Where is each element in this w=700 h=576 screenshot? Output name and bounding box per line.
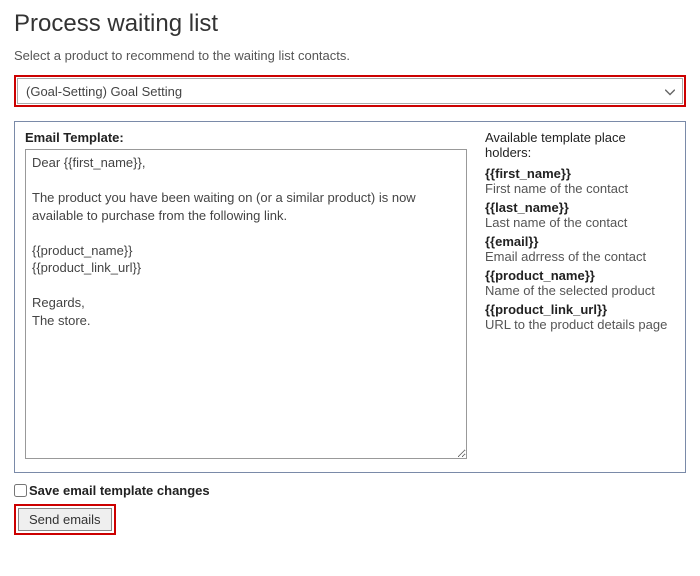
- email-template-panel: Email Template: Available template place…: [14, 121, 686, 473]
- placeholder-token: {{product_name}}: [485, 268, 675, 283]
- placeholder-desc: Name of the selected product: [485, 283, 675, 298]
- placeholders-heading: Available template place holders:: [485, 130, 675, 160]
- placeholder-token: {{last_name}}: [485, 200, 675, 215]
- placeholder-desc: Last name of the contact: [485, 215, 675, 230]
- placeholder-desc: Email adrress of the contact: [485, 249, 675, 264]
- email-template-textarea[interactable]: [25, 149, 467, 459]
- placeholders-list: {{first_name}} First name of the contact…: [485, 166, 675, 332]
- product-select-highlight: (Goal-Setting) Goal Setting: [14, 75, 686, 107]
- send-emails-button[interactable]: Send emails: [18, 508, 112, 531]
- save-template-row: Save email template changes: [14, 483, 686, 498]
- email-template-label: Email Template:: [25, 130, 467, 145]
- page-subtitle: Select a product to recommend to the wai…: [14, 48, 686, 63]
- placeholder-token: {{email}}: [485, 234, 675, 249]
- page-title: Process waiting list: [14, 10, 686, 38]
- send-button-highlight: Send emails: [14, 504, 116, 535]
- placeholder-desc: First name of the contact: [485, 181, 675, 196]
- placeholder-token: {{product_link_url}}: [485, 302, 675, 317]
- product-select[interactable]: (Goal-Setting) Goal Setting: [17, 78, 683, 104]
- placeholder-token: {{first_name}}: [485, 166, 675, 181]
- placeholder-desc: URL to the product details page: [485, 317, 675, 332]
- save-template-checkbox[interactable]: [14, 484, 27, 497]
- save-template-label[interactable]: Save email template changes: [29, 483, 210, 498]
